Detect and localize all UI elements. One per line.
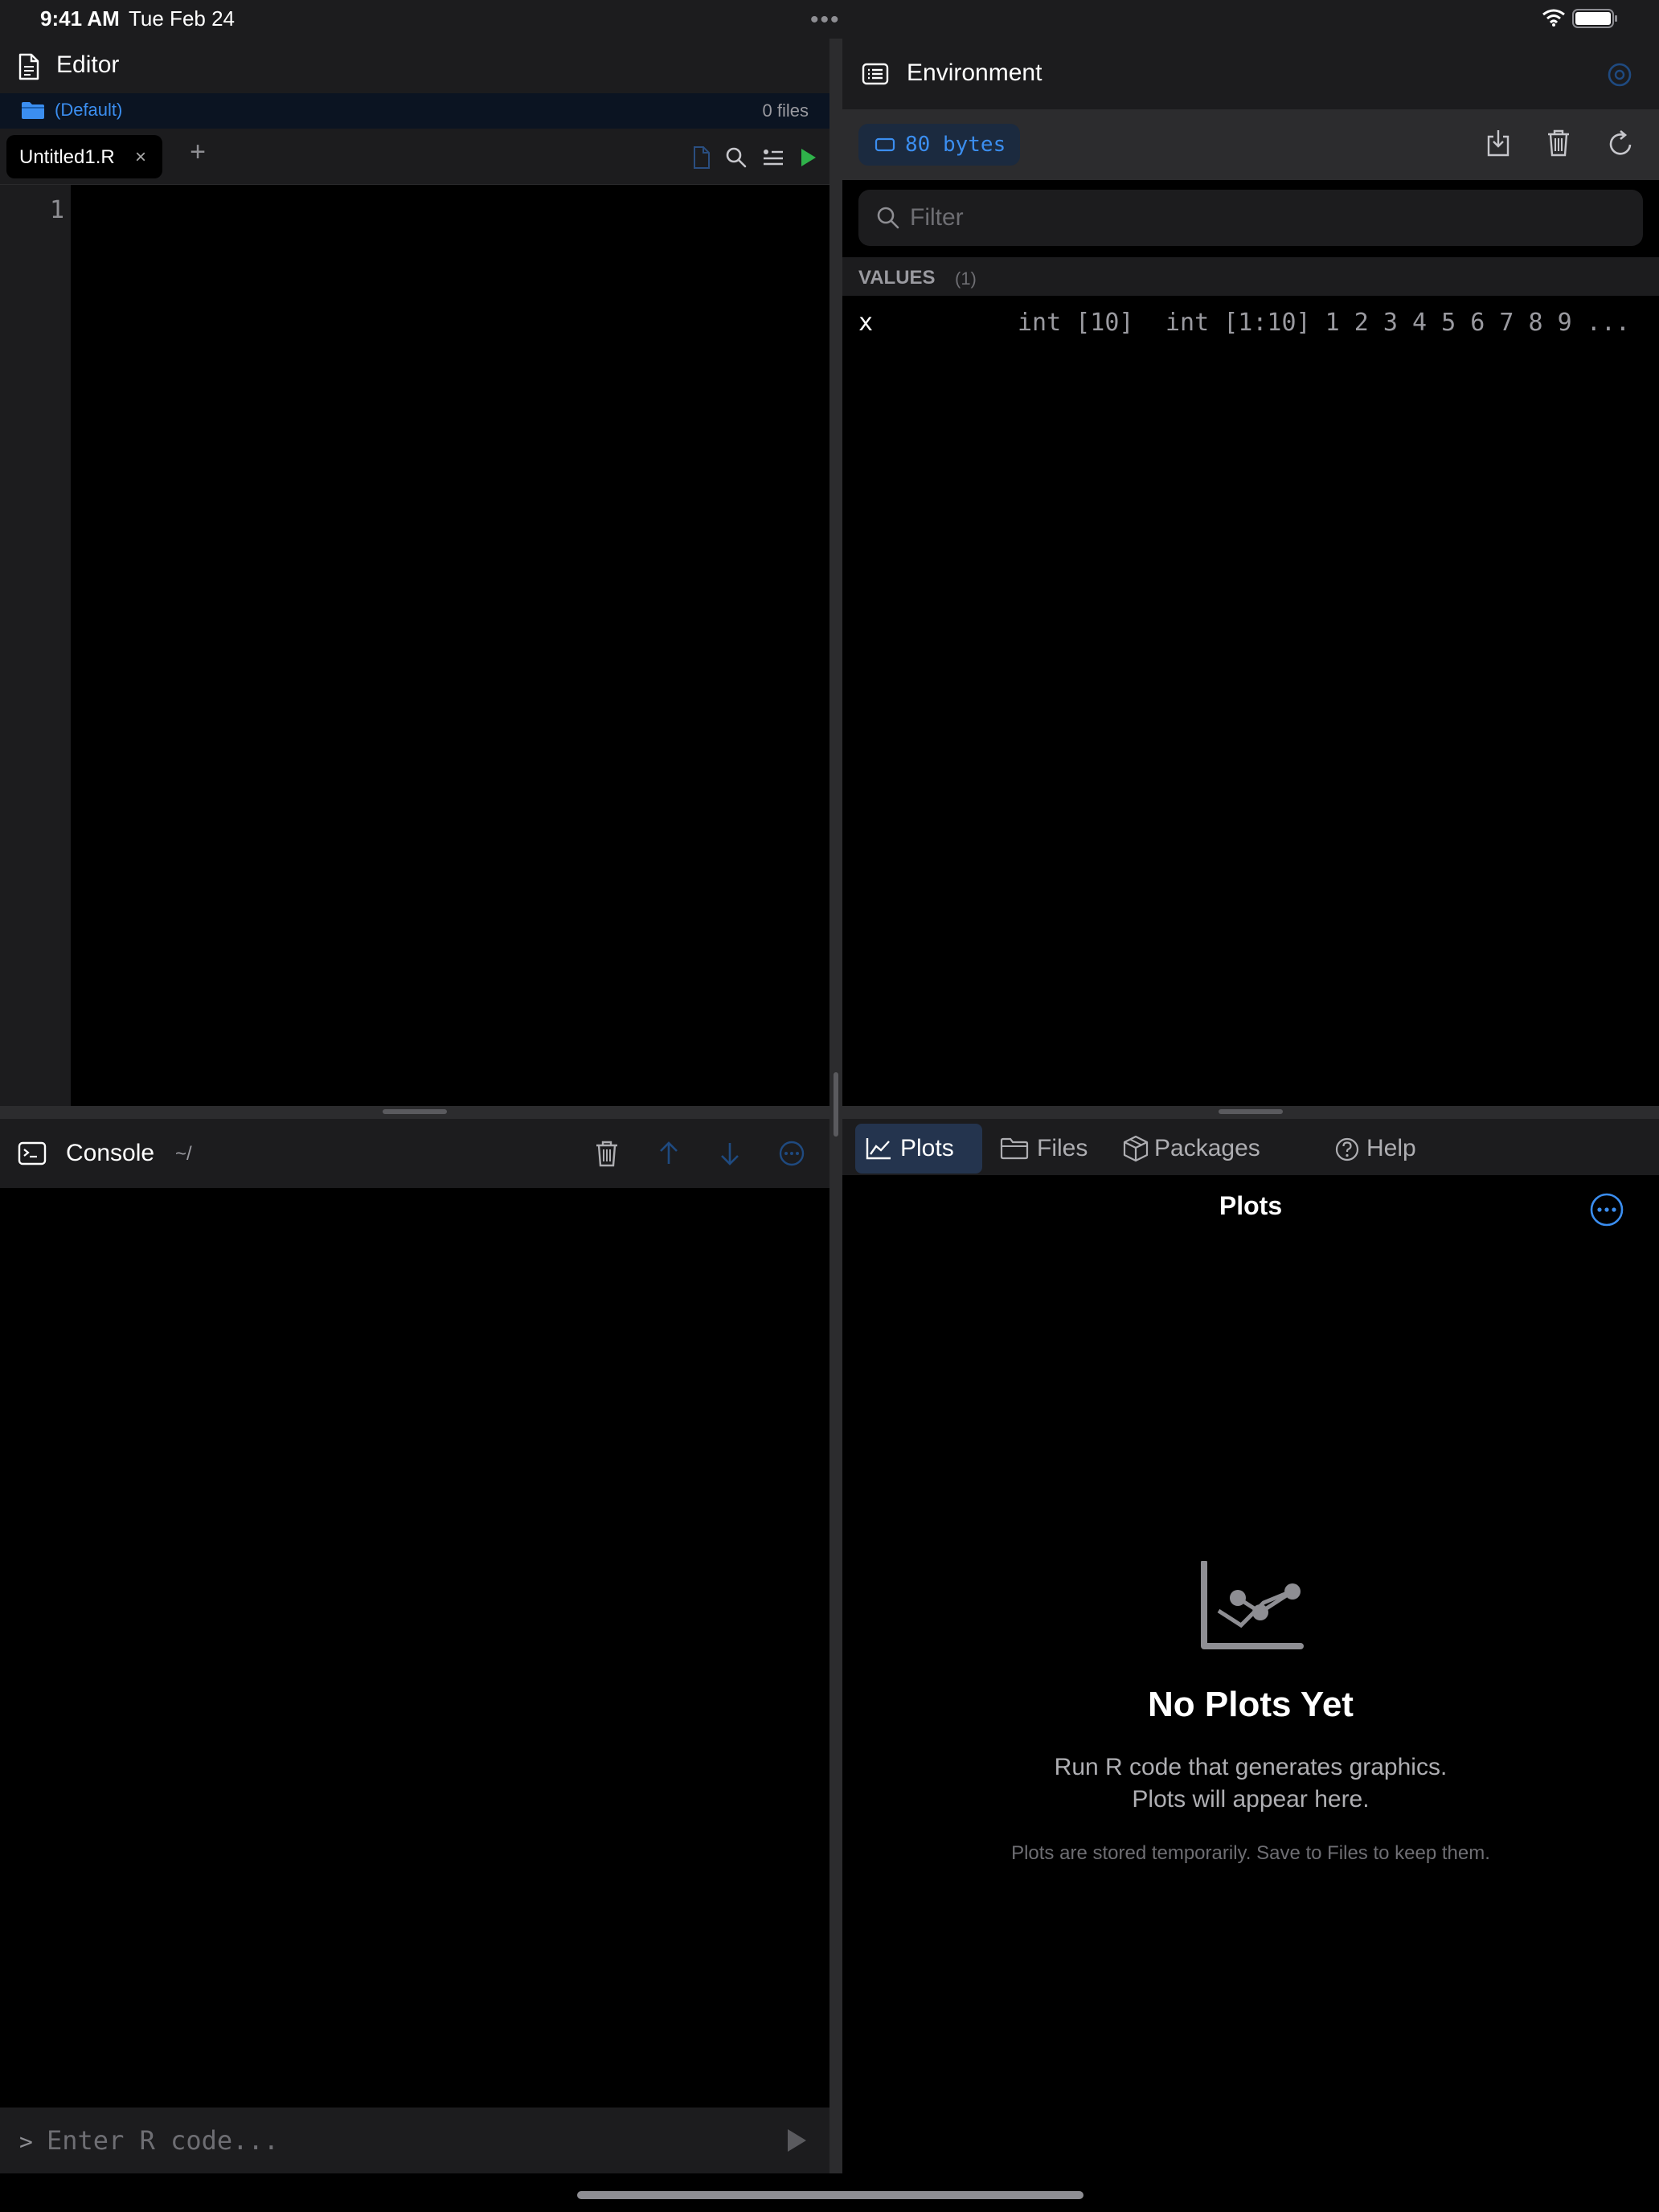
project-name[interactable]: (Default)	[55, 100, 122, 121]
add-tab-button[interactable]: +	[182, 137, 214, 175]
values-count: (1)	[955, 268, 977, 289]
search-icon	[877, 207, 899, 229]
console-output[interactable]	[0, 1188, 830, 2144]
tab-plots[interactable]: Plots	[855, 1124, 982, 1174]
environment-title: Environment	[907, 59, 1043, 86]
project-bar[interactable]: (Default) 0 files	[0, 93, 830, 129]
history-down-icon[interactable]	[719, 1140, 741, 1167]
chart-line-icon	[866, 1138, 891, 1160]
plots-panel: Plots No Plots Yet Run R code that gener…	[842, 1175, 1659, 2173]
environment-toolbar: 80 bytes	[842, 109, 1659, 180]
console-input[interactable]	[47, 2119, 738, 2162]
code-editor[interactable]: 1	[0, 185, 830, 1106]
empty-state-description: Plots will appear here.	[1132, 1786, 1370, 1813]
format-list-icon[interactable]	[762, 146, 784, 169]
trash-icon[interactable]	[595, 1140, 619, 1167]
variable-row[interactable]: x int [10] int [1:10] 1 2 3 4 5 6 7 8 9 …	[842, 296, 1659, 344]
pane-splitter[interactable]	[830, 39, 842, 2173]
console-path: ~/	[175, 1143, 192, 1165]
refresh-icon[interactable]	[1608, 129, 1635, 158]
line-number: 1	[49, 196, 64, 224]
right-pane: Environment 80 bytes Filter VALUES (1) x…	[842, 39, 1659, 2173]
editor-tab-bar: Untitled1.R × +	[0, 129, 830, 185]
close-icon[interactable]: ×	[135, 146, 146, 169]
values-section-header: VALUES (1)	[842, 257, 1659, 296]
status-date: Tue Feb 24	[129, 6, 236, 31]
tab-packages[interactable]: Packages	[1114, 1124, 1305, 1174]
package-icon	[1123, 1135, 1149, 1162]
memory-label: 80 bytes	[905, 133, 1006, 157]
more-options-icon[interactable]	[778, 1140, 805, 1167]
empty-state-note: Plots are stored temporarily. Save to Fi…	[1011, 1842, 1490, 1864]
chart-empty-icon	[1201, 1561, 1304, 1649]
console-header: Console ~/	[0, 1119, 830, 1188]
drag-handle[interactable]	[383, 1109, 447, 1114]
bottom-tab-bar: Plots Files Packages Help	[842, 1119, 1659, 1175]
tab-files[interactable]: Files	[992, 1124, 1098, 1174]
run-icon[interactable]	[799, 146, 818, 169]
status-time: 9:41 AM	[40, 6, 120, 31]
home-indicator[interactable]	[577, 2191, 1083, 2199]
tab-label: Untitled1.R	[19, 146, 115, 168]
variable-preview: int [1:10] 1 2 3 4 5 6 7 8 9 ...	[1165, 309, 1630, 337]
line-gutter: 1	[0, 185, 71, 1106]
tab-untitled1[interactable]: Untitled1.R ×	[6, 135, 162, 178]
document-icon	[18, 53, 39, 80]
console-title: Console	[66, 1140, 155, 1166]
wifi-icon	[1542, 9, 1565, 27]
trash-icon[interactable]	[1546, 129, 1571, 158]
values-label: VALUES	[858, 267, 936, 289]
plots-title: Plots	[1219, 1191, 1283, 1220]
history-up-icon[interactable]	[657, 1140, 680, 1167]
settings-icon[interactable]	[1606, 61, 1633, 88]
filter-input[interactable]	[910, 196, 1617, 240]
filter-box[interactable]	[858, 190, 1643, 246]
console-prompt: >	[19, 2128, 33, 2155]
more-options-icon[interactable]	[1588, 1191, 1625, 1228]
tab-packages-label: Packages	[1154, 1135, 1260, 1161]
editor-console-splitter[interactable]	[0, 1106, 830, 1119]
help-icon	[1335, 1137, 1359, 1161]
tab-help[interactable]: Help	[1292, 1124, 1416, 1174]
battery-icon	[1572, 9, 1617, 28]
environment-plots-splitter[interactable]	[842, 1106, 1659, 1119]
editor-title: Editor	[56, 51, 120, 78]
variable-name: x	[858, 309, 874, 337]
import-icon[interactable]	[1485, 129, 1511, 158]
file-count: 0 files	[762, 100, 809, 121]
tab-files-label: Files	[1037, 1135, 1088, 1161]
terminal-icon	[18, 1141, 47, 1165]
empty-state-title: No Plots Yet	[1148, 1685, 1354, 1724]
multitasking-dots-icon[interactable]: •••	[810, 6, 841, 34]
search-icon[interactable]	[725, 146, 748, 169]
console-input-bar: >	[0, 2108, 830, 2173]
drag-handle[interactable]	[1219, 1109, 1283, 1114]
folder-icon	[1000, 1137, 1029, 1160]
editor-header: Editor	[0, 39, 830, 93]
run-console-button[interactable]	[784, 2127, 809, 2154]
tab-help-label: Help	[1366, 1135, 1416, 1161]
drag-handle[interactable]	[834, 1072, 838, 1137]
environment-header: Environment	[842, 39, 1659, 109]
left-pane: Editor (Default) 0 files Untitled1.R × +	[0, 39, 830, 2173]
variable-type: int [10]	[1018, 309, 1134, 337]
tab-plots-label: Plots	[900, 1135, 954, 1161]
folder-icon	[22, 102, 44, 119]
memory-badge: 80 bytes	[858, 124, 1021, 166]
memory-icon	[875, 137, 895, 152]
filter-row	[842, 180, 1659, 257]
status-bar: 9:41 AM Tue Feb 24 •••	[0, 0, 1659, 39]
empty-state-description: Run R code that generates graphics.	[1054, 1754, 1448, 1780]
list-icon	[862, 63, 889, 85]
new-file-icon[interactable]	[693, 146, 711, 169]
